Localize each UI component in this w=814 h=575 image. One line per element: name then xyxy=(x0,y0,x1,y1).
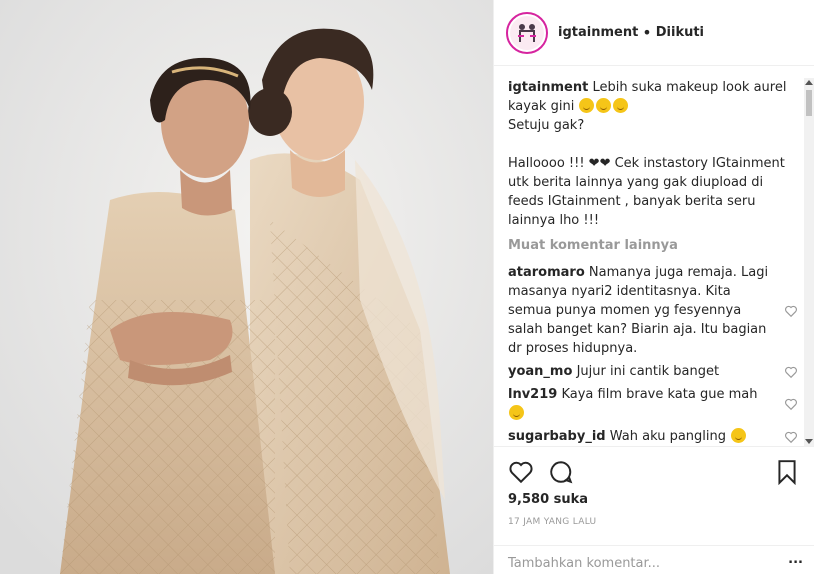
post-timestamp: 17 JAM YANG LALU xyxy=(508,517,597,527)
follow-status-button[interactable]: Diikuti xyxy=(656,25,704,40)
small-heart-icon[interactable] xyxy=(784,430,798,444)
caption-text-2: Setuju gak? xyxy=(508,118,585,133)
comments-list: igtainment Lebih suka makeup look aurel … xyxy=(508,78,798,444)
comment-item: lnv219 Kaya film brave kata gue mah xyxy=(508,385,798,423)
load-more-comments-button[interactable]: Muat komentar lainnya xyxy=(508,236,798,255)
caption-username[interactable]: igtainment xyxy=(508,80,588,95)
action-bar xyxy=(494,446,814,495)
smile-emoji-icon xyxy=(596,98,612,113)
heart-eyes-emoji-icon xyxy=(613,98,629,113)
heart-icon[interactable] xyxy=(508,459,534,485)
post-sidebar: igtainment • Diikuti igtainment Lebih su… xyxy=(493,0,814,574)
post-header: igtainment • Diikuti xyxy=(494,0,814,66)
comment-item: yoan_mo Jujur ini cantik banget xyxy=(508,362,798,381)
header-username[interactable]: igtainment xyxy=(558,25,638,40)
comment-item: ataromaro Namanya juga remaja. Lagi masa… xyxy=(508,263,798,358)
instagram-post: igtainment • Diikuti igtainment Lebih su… xyxy=(0,0,814,574)
smile-emoji-icon xyxy=(579,98,595,113)
small-heart-icon[interactable] xyxy=(784,365,798,379)
small-heart-icon[interactable] xyxy=(784,397,798,411)
scroll-down-arrow-icon[interactable] xyxy=(805,439,813,444)
comment-icon[interactable] xyxy=(548,459,574,485)
comment-username[interactable]: sugarbaby_id xyxy=(508,429,606,444)
caption-text-3: Halloooo !!! ❤❤ Cek instastory IGtainmen… xyxy=(508,156,785,228)
avatar-image xyxy=(510,15,544,50)
comment-text: Jujur ini cantik banget xyxy=(576,364,720,379)
comment-item: sugarbaby_id Wah aku pangling xyxy=(508,427,798,444)
add-comment-bar: Tambahkan komentar... ... xyxy=(494,545,814,575)
comment-username[interactable]: yoan_mo xyxy=(508,364,572,379)
comments-scrollbar[interactable] xyxy=(804,78,814,446)
scroll-up-arrow-icon[interactable] xyxy=(805,80,813,85)
comment-text: Wah aku pangling xyxy=(609,429,727,444)
add-comment-input[interactable]: Tambahkan komentar... xyxy=(508,556,660,571)
heart-eyes-emoji-icon xyxy=(731,428,747,443)
avatar[interactable] xyxy=(506,11,548,54)
post-photo[interactable] xyxy=(0,0,493,574)
more-options-button[interactable]: ... xyxy=(788,552,803,567)
caption: igtainment Lebih suka makeup look aurel … xyxy=(508,78,798,230)
comment-username[interactable]: ataromaro xyxy=(508,265,585,280)
small-heart-icon[interactable] xyxy=(784,304,798,318)
scrollbar-thumb[interactable] xyxy=(806,90,812,116)
header-separator: • xyxy=(642,23,652,42)
comment-username[interactable]: lnv219 xyxy=(508,387,557,402)
bookmark-icon[interactable] xyxy=(774,459,800,485)
comment-text: Kaya film brave kata gue mah xyxy=(561,387,758,402)
smile-emoji-icon xyxy=(509,405,524,420)
likes-count[interactable]: 9,580 suka xyxy=(508,492,588,507)
